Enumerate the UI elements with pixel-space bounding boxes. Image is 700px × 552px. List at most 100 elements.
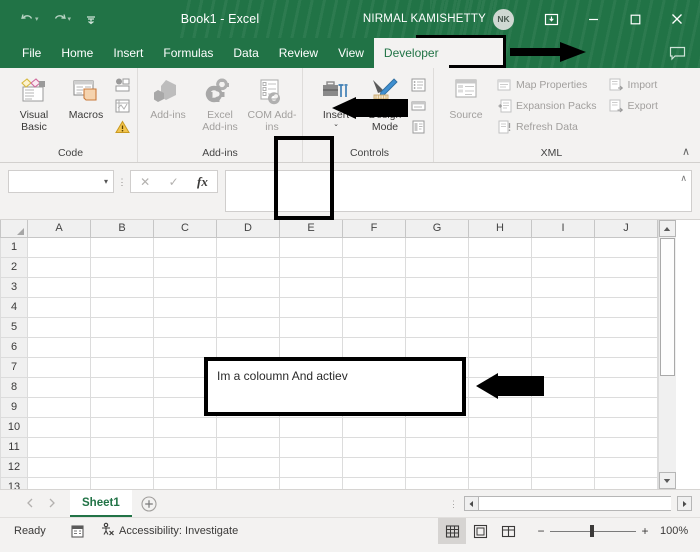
tab-home[interactable]: Home xyxy=(51,38,103,68)
cell[interactable] xyxy=(531,256,595,278)
cell[interactable] xyxy=(405,276,469,298)
cell[interactable] xyxy=(405,476,469,489)
cell[interactable] xyxy=(27,276,91,298)
sheet-tab-sheet1[interactable]: Sheet1 xyxy=(70,490,132,517)
tab-file[interactable]: File xyxy=(12,38,51,68)
cell[interactable] xyxy=(405,456,469,478)
cell[interactable] xyxy=(405,296,469,318)
row-header-3[interactable]: 3 xyxy=(0,276,28,298)
customize-quick-access-toolbar-icon[interactable] xyxy=(83,10,99,28)
formula-input[interactable]: ∧ xyxy=(225,170,692,212)
cell[interactable] xyxy=(216,456,280,478)
cell[interactable] xyxy=(594,376,658,398)
account-name[interactable]: NIRMAL KAMISHETTY xyxy=(363,13,486,25)
macro-security-button[interactable] xyxy=(113,117,132,136)
page-break-preview-button[interactable] xyxy=(494,518,522,544)
vertical-scrollbar[interactable] xyxy=(658,220,676,489)
name-box-caret-icon[interactable]: ▾ xyxy=(104,177,108,186)
excel-addins-button[interactable]: Excel Add-ins xyxy=(195,71,245,133)
cell[interactable] xyxy=(216,296,280,318)
cell[interactable] xyxy=(531,356,595,378)
cell[interactable] xyxy=(90,396,154,418)
cell[interactable] xyxy=(153,236,217,258)
tab-developer[interactable]: Developer xyxy=(373,38,449,68)
cell[interactable] xyxy=(27,416,91,438)
cell[interactable] xyxy=(216,276,280,298)
expand-formula-bar-icon[interactable]: ∧ xyxy=(680,173,687,184)
cell[interactable] xyxy=(90,416,154,438)
import-button[interactable]: Import xyxy=(607,75,660,94)
cell[interactable] xyxy=(27,356,91,378)
cell[interactable] xyxy=(153,456,217,478)
cell[interactable] xyxy=(279,316,343,338)
refresh-data-button[interactable]: Refresh Data xyxy=(495,117,599,136)
cell[interactable] xyxy=(90,316,154,338)
cancel-formula-icon[interactable]: ✕ xyxy=(140,175,150,189)
accessibility-status[interactable]: Accessibility: Investigate xyxy=(100,522,238,540)
cell[interactable] xyxy=(468,376,532,398)
cell[interactable] xyxy=(153,336,217,358)
hscroll-left-button[interactable] xyxy=(464,496,479,511)
cell[interactable] xyxy=(594,236,658,258)
column-header-I[interactable]: I xyxy=(531,220,595,238)
column-header-E[interactable]: E xyxy=(279,220,343,238)
hscroll-right-button[interactable] xyxy=(677,496,692,511)
cell[interactable] xyxy=(531,276,595,298)
zoom-level-label[interactable]: 100% xyxy=(660,525,700,537)
vertical-scroll-track[interactable] xyxy=(658,237,676,472)
cell[interactable] xyxy=(90,256,154,278)
cell[interactable] xyxy=(531,436,595,458)
cell[interactable] xyxy=(279,456,343,478)
close-button[interactable] xyxy=(656,0,698,38)
tab-formulas[interactable]: Formulas xyxy=(153,38,223,68)
tab-view[interactable]: View xyxy=(328,38,374,68)
cell[interactable] xyxy=(468,236,532,258)
previous-sheet-icon[interactable] xyxy=(26,498,34,510)
cell[interactable] xyxy=(594,316,658,338)
cell[interactable] xyxy=(594,476,658,489)
cell[interactable] xyxy=(216,256,280,278)
minimize-button[interactable] xyxy=(572,0,614,38)
row-header-13[interactable]: 13 xyxy=(0,476,28,489)
cell[interactable] xyxy=(342,476,406,489)
column-header-A[interactable]: A xyxy=(27,220,91,238)
map-properties-button[interactable]: Map Properties xyxy=(495,75,599,94)
cell[interactable] xyxy=(279,416,343,438)
comments-icon[interactable] xyxy=(669,38,700,68)
ribbon-display-options-icon[interactable] xyxy=(530,0,572,38)
cell[interactable] xyxy=(216,316,280,338)
redo-caret-icon[interactable]: ▾ xyxy=(68,16,72,23)
cell[interactable] xyxy=(27,376,91,398)
cell[interactable] xyxy=(279,436,343,458)
zoom-slider[interactable] xyxy=(550,524,636,538)
cell[interactable] xyxy=(405,416,469,438)
cell[interactable] xyxy=(594,396,658,418)
addins-button[interactable]: Add-ins xyxy=(143,71,193,121)
row-header-11[interactable]: 11 xyxy=(0,436,28,458)
cell[interactable] xyxy=(405,436,469,458)
cell[interactable] xyxy=(405,316,469,338)
cell[interactable] xyxy=(468,316,532,338)
use-relative-references-button[interactable] xyxy=(113,96,132,115)
select-all-button[interactable] xyxy=(0,220,28,238)
cell[interactable] xyxy=(216,476,280,489)
cell[interactable] xyxy=(90,336,154,358)
row-header-5[interactable]: 5 xyxy=(0,316,28,338)
cell[interactable] xyxy=(405,336,469,358)
cell[interactable] xyxy=(90,236,154,258)
cell[interactable] xyxy=(27,436,91,458)
cell[interactable] xyxy=(594,276,658,298)
cell[interactable] xyxy=(531,316,595,338)
cell[interactable] xyxy=(27,396,91,418)
visual-basic-button[interactable]: Visual Basic xyxy=(9,71,59,133)
cell[interactable] xyxy=(216,416,280,438)
row-header-7[interactable]: 7 xyxy=(0,356,28,378)
maximize-button[interactable] xyxy=(614,0,656,38)
cell[interactable] xyxy=(594,256,658,278)
cell[interactable] xyxy=(594,436,658,458)
cell[interactable] xyxy=(27,296,91,318)
row-header-2[interactable]: 2 xyxy=(0,256,28,278)
row-header-10[interactable]: 10 xyxy=(0,416,28,438)
run-dialog-button[interactable] xyxy=(409,117,428,136)
tab-review[interactable]: Review xyxy=(269,38,328,68)
